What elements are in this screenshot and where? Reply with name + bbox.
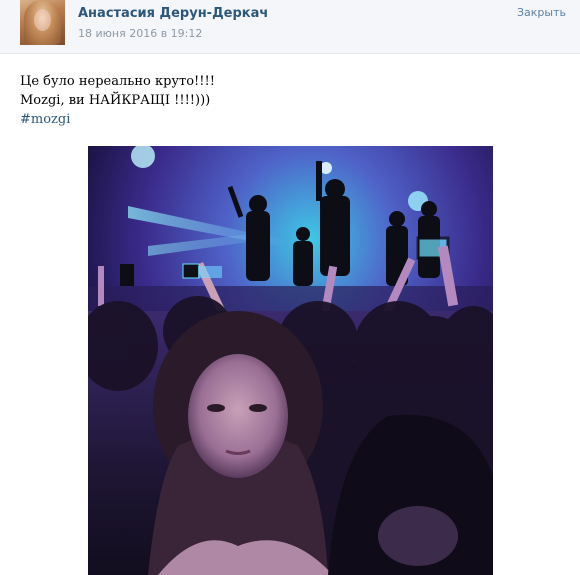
hashtag-link[interactable]: #mozgi [20,110,215,129]
post-text: Це було нереально круто!!!! Mozgi, ви НА… [20,72,215,129]
post-header: Анастасия Дерун-Деркач 18 июня 2016 в 19… [0,0,580,54]
post-date[interactable]: 18 июня 2016 в 19:12 [78,27,202,40]
post-text-line-1: Це було нереально круто!!!! [20,74,215,89]
concert-photo-image [88,146,493,575]
author-avatar[interactable] [20,0,65,45]
wall-post: Анастасия Дерун-Деркач 18 июня 2016 в 19… [0,0,580,575]
author-name-link[interactable]: Анастасия Дерун-Деркач [78,6,268,21]
close-button[interactable]: Закрыть [517,6,566,19]
avatar-face [34,9,51,31]
post-photo[interactable] [88,146,493,575]
post-text-line-2: Mozgi, ви НАЙКРАЩІ !!!!))) [20,93,211,108]
foreground-person [148,311,333,575]
